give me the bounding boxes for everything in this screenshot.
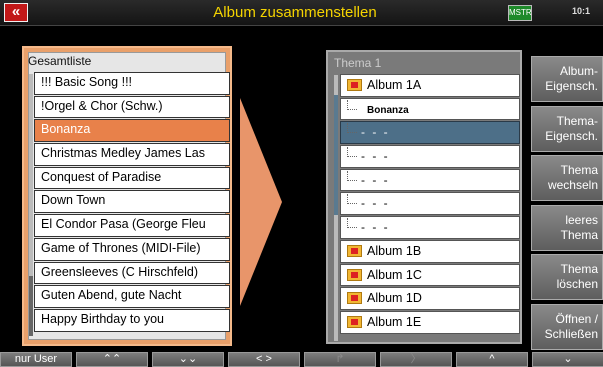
- up-button[interactable]: ^: [456, 352, 528, 367]
- overall-song-list: !!! Basic Song !!! !Orgel & Chor (Schw.) B…: [34, 72, 230, 333]
- album-row[interactable]: Album 1B: [340, 239, 520, 263]
- tree-connector-icon: [347, 218, 357, 229]
- song-list-item[interactable]: Guten Abend, gute Nacht: [34, 285, 230, 308]
- change-theme-button[interactable]: Thema wechseln: [531, 155, 603, 201]
- album-row[interactable]: Album 1E: [340, 310, 520, 334]
- page-down-button[interactable]: ⌄⌄: [152, 352, 224, 367]
- row-label: - - -: [361, 125, 390, 140]
- album-row[interactable]: Album 1A: [340, 74, 520, 97]
- album-row[interactable]: Album 1C: [340, 263, 520, 287]
- song-list-item[interactable]: Greensleeves (C Hirschfeld): [34, 261, 230, 285]
- row-label: - - -: [361, 149, 390, 164]
- page-title: Album zusammenstellen: [213, 4, 377, 21]
- clock: 10:1: [572, 6, 591, 16]
- row-label: Album 1D: [367, 291, 422, 306]
- song-list-item[interactable]: Conquest of Paradise: [34, 166, 230, 190]
- theme-album-list: Album 1A Bonanza - - - - - - - - - - - - - - -…: [340, 74, 520, 335]
- song-list-item[interactable]: Happy Birthday to you: [34, 308, 230, 332]
- tree-connector-icon: [347, 170, 357, 181]
- master-icon[interactable]: MSTR: [508, 5, 532, 21]
- row-label: - - -: [361, 220, 390, 235]
- open-close-button[interactable]: Öffnen / Schließen: [531, 303, 603, 350]
- song-list-item[interactable]: Bonanza: [34, 119, 230, 143]
- song-list-item[interactable]: Down Town: [34, 190, 230, 214]
- overall-list-title: Gesamtliste: [28, 54, 92, 68]
- empty-slot-row[interactable]: - - -: [340, 168, 520, 192]
- row-label: Album 1E: [367, 314, 422, 329]
- theme-title: Thema 1: [334, 56, 382, 70]
- transfer-arrow-icon[interactable]: [240, 98, 282, 306]
- row-label: - - -: [361, 172, 390, 187]
- theme-panel: Thema 1 Album 1A Bonanza - - - - - - - - - - …: [326, 50, 522, 344]
- bottom-button-bar: nur User ⌃⌃ ⌄⌄ < > ↱ 〉 ^ ⌄: [0, 352, 603, 367]
- album-folder-icon: [347, 79, 362, 91]
- empty-theme-button[interactable]: leeres Thema: [531, 204, 603, 251]
- back-icon[interactable]: «: [4, 3, 28, 22]
- album-row[interactable]: Album 1D: [340, 287, 520, 310]
- empty-slot-row[interactable]: - - -: [340, 216, 520, 239]
- delete-theme-button[interactable]: Thema löschen: [531, 254, 603, 300]
- theme-properties-button[interactable]: Thema- Eigensch.: [531, 105, 603, 152]
- empty-slot-row[interactable]: - - -: [340, 192, 520, 216]
- row-label: - - -: [361, 196, 390, 211]
- album-properties-button[interactable]: Album- Eigensch.: [531, 56, 603, 102]
- song-list-item[interactable]: Christmas Medley James Las: [34, 143, 230, 166]
- album-folder-icon: [347, 268, 362, 281]
- album-song-row[interactable]: Bonanza: [340, 97, 520, 121]
- empty-slot-row[interactable]: - - -: [340, 145, 520, 168]
- next-button[interactable]: 〉: [380, 352, 452, 367]
- row-label: Album 1A: [367, 78, 422, 92]
- row-label: Bonanza: [367, 104, 409, 116]
- row-label: Album 1C: [367, 267, 422, 282]
- tree-connector-icon: [347, 99, 357, 110]
- tree-connector-icon: [347, 194, 357, 205]
- page-up-button[interactable]: ⌃⌃: [76, 352, 148, 367]
- top-bar: « Album zusammenstellen MSTR 10:1: [0, 0, 603, 26]
- song-list-item[interactable]: !Orgel & Chor (Schw.): [34, 95, 230, 119]
- album-folder-icon: [347, 292, 362, 305]
- row-label: Album 1B: [367, 243, 422, 258]
- user-only-button[interactable]: nur User: [0, 352, 72, 367]
- tree-connector-icon: [347, 123, 357, 134]
- song-list-item[interactable]: Game of Thrones (MIDI-File): [34, 237, 230, 261]
- move-button[interactable]: < >: [228, 352, 300, 367]
- tree-connector-icon: [347, 147, 357, 158]
- album-folder-icon: [347, 244, 362, 257]
- redo-button[interactable]: ↱: [304, 352, 376, 367]
- song-list-item[interactable]: El Condor Pasa (George Fleu: [34, 214, 230, 237]
- left-scrollbar-thumb[interactable]: [29, 276, 33, 336]
- down-button[interactable]: ⌄: [532, 352, 603, 367]
- right-scrollbar-thumb[interactable]: [334, 95, 338, 215]
- empty-slot-row[interactable]: - - -: [340, 121, 520, 145]
- song-list-item[interactable]: !!! Basic Song !!!: [34, 72, 230, 95]
- album-folder-icon: [347, 315, 362, 328]
